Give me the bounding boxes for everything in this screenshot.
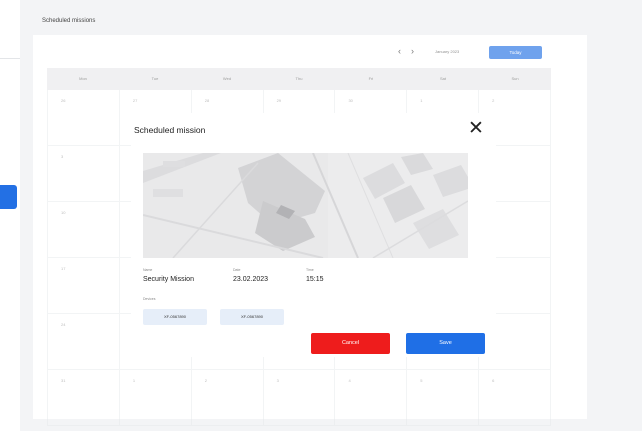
save-button[interactable]: Save xyxy=(406,333,485,354)
sidebar-active-item[interactable] xyxy=(0,185,17,209)
time-value: 15:15 xyxy=(306,276,324,283)
device-chip[interactable]: XF-0567890 xyxy=(220,309,284,325)
device-chip[interactable]: XF-0567890 xyxy=(143,309,207,325)
close-icon[interactable]: ✕ xyxy=(468,119,484,138)
sidebar xyxy=(0,0,20,431)
cancel-button[interactable]: Cancel xyxy=(311,333,390,354)
page-title: Scheduled missions xyxy=(42,18,96,24)
modal-title: Scheduled mission xyxy=(134,125,206,135)
date-value: 23.02.2023 xyxy=(233,276,269,283)
name-value: Security Mission xyxy=(143,276,194,283)
map-graphic xyxy=(143,153,468,258)
sidebar-divider xyxy=(0,58,20,59)
scheduled-mission-modal: Scheduled mission ✕ Name Security Missio… xyxy=(131,113,496,357)
date-label: Date xyxy=(233,268,241,272)
time-label: Time xyxy=(306,268,314,272)
devices-label: Devices xyxy=(143,297,156,301)
name-label: Name xyxy=(143,268,153,272)
mission-map[interactable] xyxy=(143,153,468,258)
